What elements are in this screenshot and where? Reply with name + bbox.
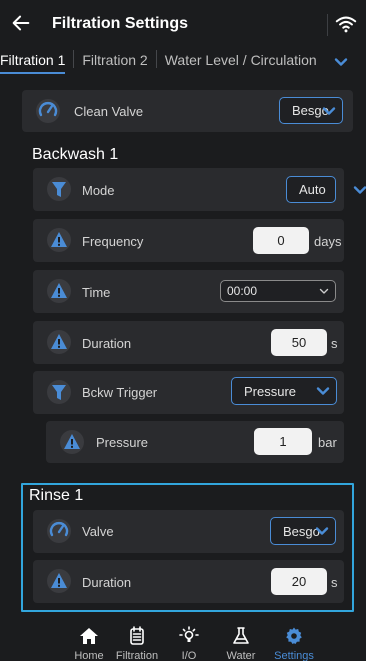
chevron-down-icon — [322, 106, 336, 115]
frequency-input[interactable]: 0 — [253, 227, 309, 254]
rinse-duration-input[interactable]: 20 — [271, 568, 327, 595]
filter-funnel-icon — [47, 380, 71, 404]
duration-row: Duration 50 s — [33, 321, 344, 364]
bottom-nav: Home Filtration I/O Water Settings — [0, 615, 366, 661]
chevron-down-icon[interactable] — [333, 54, 349, 70]
warning-icon — [47, 569, 71, 593]
frequency-label: Frequency — [82, 234, 144, 249]
time-label: Time — [82, 285, 111, 300]
warning-icon — [47, 228, 71, 252]
tab-filtration-1[interactable]: Filtration 1 — [0, 48, 66, 74]
time-value: 00:00 — [227, 284, 258, 298]
backwash-trigger-label: Bckw Trigger — [82, 385, 158, 400]
time-select[interactable]: 00:00 — [220, 280, 336, 302]
page-title: Filtration Settings — [52, 15, 188, 32]
home-icon — [80, 628, 98, 644]
backwash-section-title: Backwash 1 — [32, 146, 119, 163]
mode-value: Auto — [299, 182, 326, 197]
backwash-trigger-select[interactable]: Pressure — [231, 377, 337, 405]
pressure-unit: bar — [318, 435, 337, 450]
chevron-down-icon — [319, 288, 329, 294]
duration-unit: s — [331, 336, 338, 351]
clean-valve-label: Clean Valve — [74, 104, 144, 119]
rinse-duration-row: Duration 20 s — [33, 560, 344, 603]
mode-select[interactable]: Auto — [286, 176, 366, 203]
rinse-duration-unit: s — [331, 575, 338, 590]
tab-bar: Filtration 1 Filtration 2 Water Level / … — [0, 48, 366, 74]
gauge-icon — [47, 519, 71, 543]
backwash-trigger-value: Pressure — [244, 383, 297, 399]
gauge-icon — [36, 99, 60, 123]
duration-input[interactable]: 50 — [271, 329, 327, 356]
wifi-icon[interactable] — [335, 13, 357, 35]
rinse-valve-row: Valve Besgo — [33, 510, 344, 553]
mode-label: Mode — [82, 183, 115, 198]
mode-row: Mode Auto — [33, 168, 366, 211]
rinse-duration-label: Duration — [82, 575, 132, 590]
rinse-valve-select[interactable]: Besgo — [270, 517, 336, 545]
nav-settings-label: Settings — [274, 650, 314, 661]
pressure-label: Pressure — [96, 435, 149, 450]
warning-icon — [47, 330, 71, 354]
chevron-down-icon — [315, 527, 329, 535]
filter-funnel-icon — [47, 177, 71, 201]
frequency-row: Frequency 0 days — [33, 219, 344, 262]
clean-valve-row: Clean Valve Besgo — [22, 90, 353, 132]
pressure-input[interactable]: 1 — [254, 428, 312, 455]
clean-valve-select[interactable]: Besgo — [279, 97, 343, 124]
frequency-unit: days — [314, 234, 342, 249]
tab-filtration-2[interactable]: Filtration 2 — [82, 48, 147, 68]
gear-icon — [286, 627, 302, 644]
duration-label: Duration — [82, 336, 132, 351]
chevron-down-icon — [316, 387, 330, 395]
tab-separator — [73, 50, 75, 68]
backwash-trigger-row: Bckw Trigger Pressure — [33, 371, 344, 414]
tab-separator — [155, 50, 157, 68]
tab-water-level-circulation[interactable]: Water Level / Circulation — [165, 48, 317, 68]
app-header: Filtration Settings — [0, 0, 366, 48]
chevron-down-icon — [353, 185, 366, 194]
warning-icon — [47, 279, 71, 303]
nav-settings[interactable]: Settings — [262, 615, 326, 661]
time-row: Time 00:00 — [33, 270, 344, 313]
bulb-icon — [179, 626, 199, 642]
back-arrow-icon[interactable] — [10, 12, 32, 34]
header-divider — [327, 14, 328, 36]
pressure-row: Pressure 1 bar — [46, 421, 344, 463]
rinse-valve-label: Valve — [82, 524, 114, 539]
flask-icon — [233, 627, 249, 644]
filtration-icon — [130, 626, 144, 645]
warning-icon — [60, 430, 84, 454]
rinse-section-title: Rinse 1 — [29, 487, 84, 504]
